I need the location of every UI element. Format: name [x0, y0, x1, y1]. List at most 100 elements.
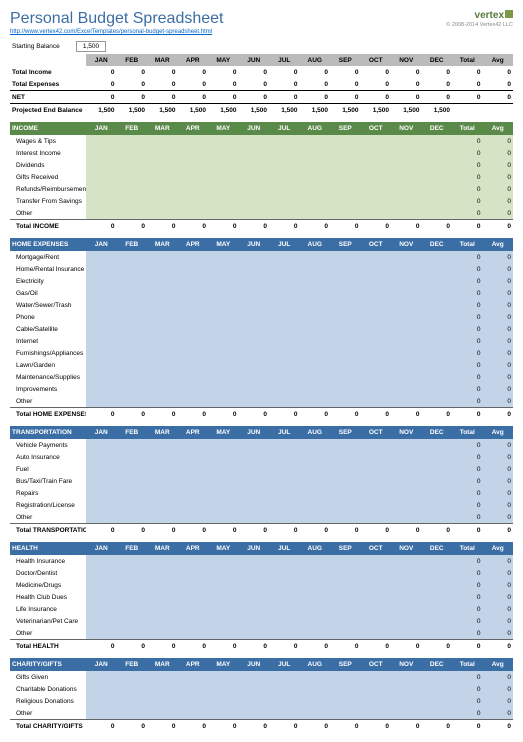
cell[interactable] [147, 383, 178, 395]
cell[interactable] [86, 299, 117, 311]
cell[interactable] [300, 463, 331, 475]
cell[interactable] [422, 159, 453, 171]
cell[interactable] [300, 335, 331, 347]
cell[interactable] [422, 251, 453, 263]
cell[interactable] [300, 683, 331, 695]
cell[interactable] [330, 579, 361, 591]
cell[interactable] [117, 371, 148, 383]
cell[interactable] [361, 251, 392, 263]
cell[interactable] [117, 251, 148, 263]
cell[interactable] [361, 335, 392, 347]
cell[interactable] [178, 463, 209, 475]
cell[interactable] [330, 159, 361, 171]
cell[interactable] [86, 511, 117, 524]
cell[interactable] [147, 371, 178, 383]
cell[interactable] [208, 195, 239, 207]
cell[interactable] [269, 323, 300, 335]
cell[interactable] [269, 615, 300, 627]
cell[interactable] [208, 579, 239, 591]
cell[interactable] [117, 311, 148, 323]
cell[interactable] [239, 555, 270, 567]
cell[interactable] [239, 579, 270, 591]
cell[interactable] [147, 511, 178, 524]
cell[interactable] [391, 707, 422, 720]
cell[interactable] [239, 683, 270, 695]
cell[interactable] [269, 683, 300, 695]
cell[interactable] [330, 311, 361, 323]
cell[interactable] [330, 263, 361, 275]
cell[interactable] [422, 311, 453, 323]
cell[interactable] [300, 171, 331, 183]
cell[interactable] [300, 451, 331, 463]
cell[interactable] [208, 395, 239, 408]
cell[interactable] [269, 263, 300, 275]
cell[interactable] [208, 383, 239, 395]
cell[interactable] [147, 627, 178, 640]
cell[interactable] [147, 263, 178, 275]
cell[interactable] [86, 323, 117, 335]
cell[interactable] [178, 451, 209, 463]
cell[interactable] [330, 183, 361, 195]
cell[interactable] [422, 475, 453, 487]
cell[interactable] [391, 335, 422, 347]
cell[interactable] [300, 207, 331, 220]
cell[interactable] [208, 591, 239, 603]
cell[interactable] [86, 567, 117, 579]
cell[interactable] [361, 671, 392, 683]
cell[interactable] [391, 195, 422, 207]
cell[interactable] [208, 275, 239, 287]
cell[interactable] [178, 395, 209, 408]
cell[interactable] [147, 683, 178, 695]
cell[interactable] [391, 579, 422, 591]
cell[interactable] [208, 251, 239, 263]
cell[interactable] [391, 311, 422, 323]
cell[interactable] [208, 487, 239, 499]
cell[interactable] [269, 603, 300, 615]
cell[interactable] [208, 335, 239, 347]
cell[interactable] [117, 511, 148, 524]
cell[interactable] [330, 171, 361, 183]
cell[interactable] [147, 579, 178, 591]
cell[interactable] [330, 555, 361, 567]
cell[interactable] [117, 323, 148, 335]
cell[interactable] [422, 511, 453, 524]
cell[interactable] [178, 383, 209, 395]
cell[interactable] [239, 171, 270, 183]
cell[interactable] [239, 451, 270, 463]
cell[interactable] [86, 591, 117, 603]
cell[interactable] [208, 299, 239, 311]
cell[interactable] [361, 263, 392, 275]
cell[interactable] [361, 487, 392, 499]
cell[interactable] [361, 207, 392, 220]
cell[interactable] [269, 555, 300, 567]
cell[interactable] [361, 287, 392, 299]
cell[interactable] [391, 627, 422, 640]
cell[interactable] [300, 591, 331, 603]
cell[interactable] [86, 463, 117, 475]
cell[interactable] [239, 371, 270, 383]
cell[interactable] [208, 615, 239, 627]
cell[interactable] [300, 671, 331, 683]
cell[interactable] [391, 499, 422, 511]
cell[interactable] [300, 475, 331, 487]
cell[interactable] [239, 335, 270, 347]
cell[interactable] [300, 695, 331, 707]
cell[interactable] [269, 627, 300, 640]
cell[interactable] [178, 171, 209, 183]
cell[interactable] [422, 359, 453, 371]
cell[interactable] [239, 475, 270, 487]
cell[interactable] [422, 671, 453, 683]
cell[interactable] [117, 171, 148, 183]
cell[interactable] [422, 335, 453, 347]
cell[interactable] [300, 511, 331, 524]
cell[interactable] [147, 359, 178, 371]
cell[interactable] [391, 299, 422, 311]
cell[interactable] [422, 299, 453, 311]
cell[interactable] [422, 395, 453, 408]
cell[interactable] [361, 195, 392, 207]
cell[interactable] [330, 627, 361, 640]
cell[interactable] [147, 395, 178, 408]
cell[interactable] [117, 347, 148, 359]
cell[interactable] [117, 135, 148, 147]
cell[interactable] [361, 555, 392, 567]
